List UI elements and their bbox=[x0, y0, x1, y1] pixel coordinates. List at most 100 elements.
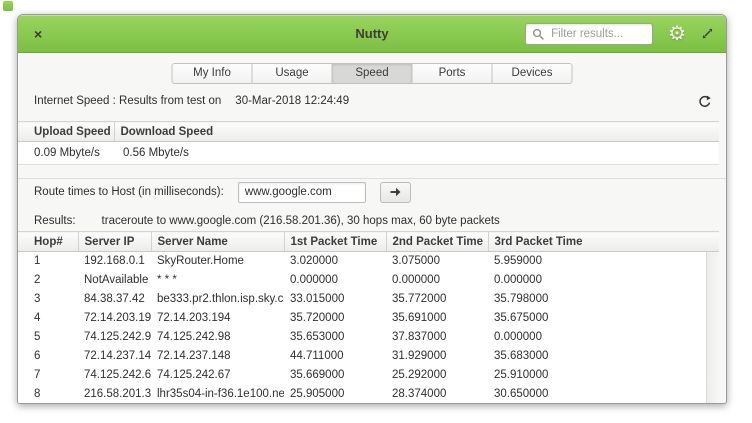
table-cell: 74.125.242.67 bbox=[151, 366, 284, 385]
table-cell: lhr35s04-in-f36.1e100.net bbox=[151, 385, 284, 404]
speed-info-label: Internet Speed : Results from test on bbox=[34, 95, 221, 107]
table-cell: 74.125.242.67 bbox=[78, 366, 151, 385]
table-cell: 30.650000 bbox=[488, 385, 719, 404]
traceroute-header-row: Hop# Server IP Server Name 1st Packet Ti… bbox=[18, 232, 719, 252]
titlebar-controls: ⚙ bbox=[525, 23, 714, 45]
table-row[interactable]: 8216.58.201.36lhr35s04-in-f36.1e100.net2… bbox=[18, 385, 719, 404]
table-cell: 74.125.242.98 bbox=[151, 328, 284, 347]
table-cell: 0.000000 bbox=[488, 271, 719, 290]
results-summary: traceroute to www.google.com (216.58.201… bbox=[102, 215, 500, 227]
tab-devices[interactable]: Devices bbox=[492, 63, 573, 84]
packet1-header: 1st Packet Time bbox=[284, 232, 386, 252]
table-cell: 44.711000 bbox=[284, 347, 386, 366]
run-traceroute-button[interactable] bbox=[380, 182, 411, 203]
speed-table-row[interactable]: 0.09 Mbyte/s 0.56 Mbyte/s bbox=[18, 142, 719, 165]
refresh-icon bbox=[697, 94, 712, 109]
table-cell: SkyRouter.Home bbox=[151, 252, 284, 271]
table-cell: 35.798000 bbox=[488, 290, 719, 309]
table-cell: NotAvailable bbox=[78, 271, 151, 290]
speed-info-line: Internet Speed : Results from test on 30… bbox=[34, 91, 712, 111]
table-cell: 216.58.201.36 bbox=[78, 385, 151, 404]
server-name-header: Server Name bbox=[151, 232, 284, 252]
table-cell: be333.pr2.thlon.isp.sky.com bbox=[151, 290, 284, 309]
table-cell: 3.020000 bbox=[284, 252, 386, 271]
table-cell: 5.959000 bbox=[488, 252, 719, 271]
table-cell: 6 bbox=[18, 347, 78, 366]
table-cell: 0.000000 bbox=[488, 328, 719, 347]
upload-speed-header: Upload Speed bbox=[18, 122, 114, 142]
table-cell: 74.125.242.98 bbox=[78, 328, 151, 347]
table-row[interactable]: 2NotAvailable* * *0.0000000.0000000.0000… bbox=[18, 271, 719, 290]
table-cell: 35.669000 bbox=[284, 366, 386, 385]
table-cell: 4 bbox=[18, 309, 78, 328]
table-cell: 28.374000 bbox=[386, 385, 488, 404]
settings-gear-icon[interactable]: ⚙ bbox=[668, 24, 686, 44]
titlebar: × Nutty ⚙ bbox=[18, 15, 726, 53]
traceroute-table-container: Hop# Server IP Server Name 1st Packet Ti… bbox=[18, 231, 719, 404]
close-button[interactable]: × bbox=[30, 25, 46, 43]
packet3-header: 3rd Packet Time bbox=[488, 232, 719, 252]
app-window: × Nutty ⚙ My Info Usage Speed Ports Devi… bbox=[17, 14, 727, 404]
table-cell: 37.837000 bbox=[386, 328, 488, 347]
table-cell: 35.772000 bbox=[386, 290, 488, 309]
results-label: Results: bbox=[34, 215, 76, 227]
table-cell: 0.000000 bbox=[284, 271, 386, 290]
table-row[interactable]: 384.38.37.42be333.pr2.thlon.isp.sky.com3… bbox=[18, 290, 719, 309]
section-separator bbox=[18, 178, 727, 179]
table-cell: 25.905000 bbox=[284, 385, 386, 404]
table-cell: 72.14.237.148 bbox=[78, 347, 151, 366]
table-cell: 35.691000 bbox=[386, 309, 488, 328]
table-cell: 0.000000 bbox=[386, 271, 488, 290]
table-row[interactable]: 472.14.203.19472.14.203.19435.72000035.6… bbox=[18, 309, 719, 328]
results-line: Results: traceroute to www.google.com (2… bbox=[34, 213, 500, 229]
table-cell: 1 bbox=[18, 252, 78, 271]
table-row[interactable]: 672.14.237.14872.14.237.14844.71100031.9… bbox=[18, 347, 719, 366]
table-cell: 35.675000 bbox=[488, 309, 719, 328]
screen-artifact bbox=[3, 1, 13, 11]
table-cell: 3 bbox=[18, 290, 78, 309]
search-icon bbox=[532, 28, 544, 40]
tab-my-info[interactable]: My Info bbox=[172, 63, 253, 84]
traceroute-table: Hop# Server IP Server Name 1st Packet Ti… bbox=[18, 231, 719, 404]
tab-speed[interactable]: Speed bbox=[332, 63, 413, 84]
filter-input[interactable] bbox=[549, 27, 646, 41]
table-cell: 35.720000 bbox=[284, 309, 386, 328]
route-controls: Route times to Host (in milliseconds): bbox=[34, 181, 411, 203]
table-cell: 35.683000 bbox=[488, 347, 719, 366]
table-cell: 25.910000 bbox=[488, 366, 719, 385]
vertical-scrollbar[interactable] bbox=[706, 252, 719, 404]
table-cell: 3.075000 bbox=[386, 252, 488, 271]
table-row[interactable]: 574.125.242.9874.125.242.9835.65300037.8… bbox=[18, 328, 719, 347]
table-cell: 35.653000 bbox=[284, 328, 386, 347]
table-row[interactable]: 774.125.242.6774.125.242.6735.66900025.2… bbox=[18, 366, 719, 385]
expand-icon[interactable] bbox=[701, 27, 714, 40]
server-ip-header: Server IP bbox=[78, 232, 151, 252]
table-cell: 33.015000 bbox=[284, 290, 386, 309]
table-cell: 84.38.37.42 bbox=[78, 290, 151, 309]
table-cell: 72.14.203.194 bbox=[151, 309, 284, 328]
table-cell: 2 bbox=[18, 271, 78, 290]
table-row[interactable]: 1192.168.0.1SkyRouter.Home3.0200003.0750… bbox=[18, 252, 719, 271]
speed-test-date: 30-Mar-2018 12:24:49 bbox=[235, 95, 349, 107]
upload-speed-value: 0.09 Mbyte/s bbox=[18, 142, 114, 165]
table-cell: 25.292000 bbox=[386, 366, 488, 385]
table-cell: * * * bbox=[151, 271, 284, 290]
table-cell: 72.14.203.194 bbox=[78, 309, 151, 328]
route-host-label: Route times to Host (in milliseconds): bbox=[34, 186, 224, 198]
download-speed-value: 0.56 Mbyte/s bbox=[114, 142, 719, 165]
table-cell: 72.14.237.148 bbox=[151, 347, 284, 366]
tab-ports[interactable]: Ports bbox=[412, 63, 493, 84]
speed-results-table: Upload Speed Download Speed 0.09 Mbyte/s… bbox=[18, 121, 719, 165]
go-arrow-icon bbox=[389, 186, 402, 198]
packet2-header: 2nd Packet Time bbox=[386, 232, 488, 252]
table-cell: 8 bbox=[18, 385, 78, 404]
tab-bar: My Info Usage Speed Ports Devices bbox=[172, 63, 573, 84]
filter-search-box[interactable] bbox=[525, 23, 653, 45]
hop-header: Hop# bbox=[18, 232, 78, 252]
refresh-button[interactable] bbox=[697, 94, 712, 109]
table-cell: 31.929000 bbox=[386, 347, 488, 366]
table-cell: 7 bbox=[18, 366, 78, 385]
host-input[interactable] bbox=[238, 182, 366, 203]
tab-usage[interactable]: Usage bbox=[252, 63, 333, 84]
table-cell: 5 bbox=[18, 328, 78, 347]
